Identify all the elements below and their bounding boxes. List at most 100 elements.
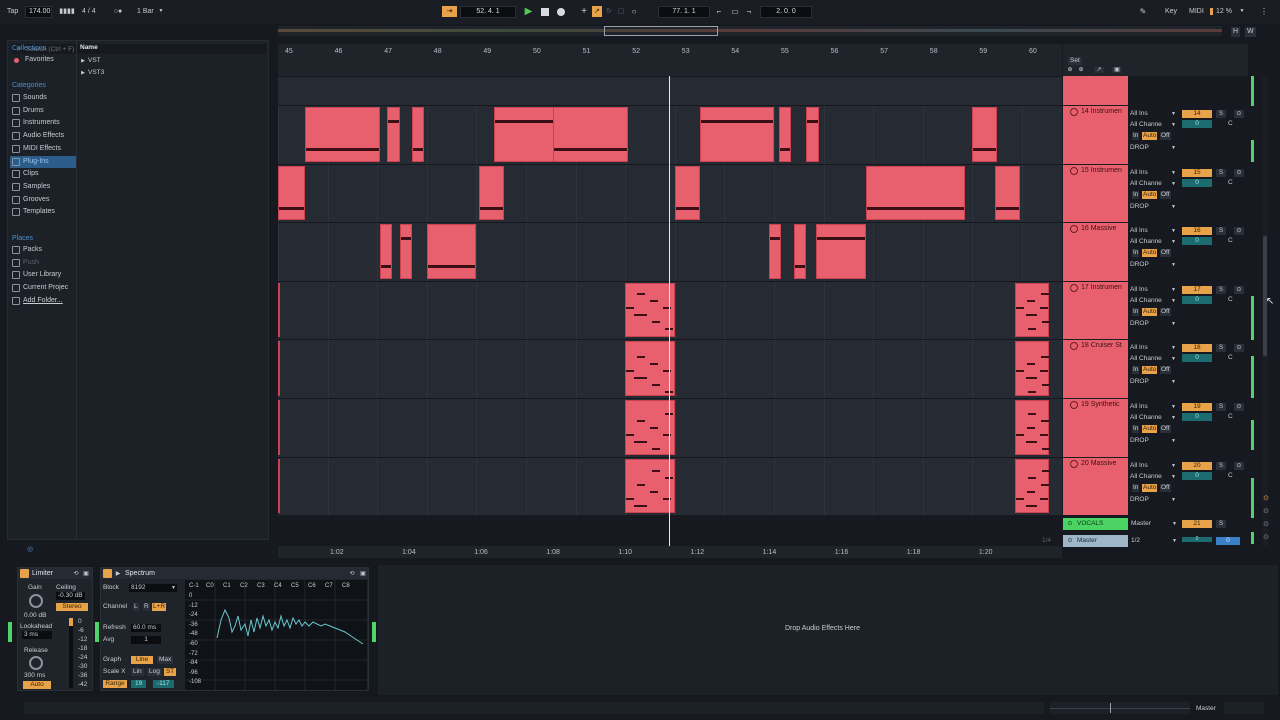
master-output[interactable]: 1/2 (1131, 537, 1140, 545)
ceiling-value[interactable]: -0.30 dB (56, 592, 85, 600)
midi-clip[interactable] (625, 341, 675, 396)
sidebar-item-instruments[interactable]: Instruments (12, 117, 78, 129)
sidebar-item-plug-ins[interactable]: Plug-Ins (10, 155, 76, 168)
monitor-auto[interactable]: Auto (1142, 249, 1158, 258)
midi-clip[interactable] (478, 165, 504, 221)
track-activator[interactable]: 19 (1182, 403, 1212, 411)
record-icon[interactable] (555, 6, 566, 17)
track-lane[interactable] (278, 222, 1062, 281)
channel-lr-button[interactable]: L+R (152, 603, 166, 611)
expand-icon[interactable]: ▶ (114, 569, 122, 578)
monitor-in[interactable]: In (1132, 132, 1140, 140)
track-pan[interactable]: C (1228, 472, 1233, 479)
limiter-title[interactable]: Limiter (18, 568, 92, 579)
sidebar-item-audio-effects[interactable]: Audio Effects (12, 130, 78, 142)
input-menu[interactable]: All Ins ▼ (1130, 461, 1178, 471)
vocals-track-header[interactable]: ⊙ VOCALS (1063, 518, 1128, 530)
out-menu[interactable]: DROP ▼ (1130, 436, 1178, 446)
monitor-in[interactable]: In (1132, 483, 1140, 492)
midi-clip[interactable] (865, 165, 965, 221)
scale-lin-button[interactable]: Lin (131, 668, 144, 676)
tempo-field[interactable]: 174.00 (25, 6, 52, 18)
channel-menu[interactable]: All Channe ▼ (1130, 354, 1178, 364)
track-volume[interactable]: 0 (1182, 178, 1212, 187)
midi-clip[interactable] (553, 107, 628, 162)
monitor-off[interactable]: Off (1160, 483, 1171, 492)
midi-clip[interactable] (379, 224, 393, 279)
track-volume[interactable]: 0 (1182, 295, 1212, 304)
play-icon[interactable]: ▶ (523, 6, 534, 17)
track-pan[interactable]: C (1228, 296, 1233, 303)
name-column-header[interactable]: Name (80, 44, 98, 52)
midi-clip[interactable] (793, 224, 807, 279)
device-power-icon[interactable] (103, 569, 112, 578)
sidebar-item-clips[interactable]: Clips (12, 168, 78, 180)
midi-clip[interactable] (278, 165, 306, 221)
input-menu[interactable]: All Ins ▼ (1130, 226, 1178, 236)
midi-clip[interactable] (674, 165, 700, 221)
scale-st-button[interactable]: ST (164, 668, 176, 676)
more-icon[interactable]: ⋮ (1260, 6, 1268, 17)
arm-icon[interactable]: ⊙ (1234, 403, 1244, 411)
quantize-menu[interactable]: 1 Bar (137, 7, 154, 17)
arm-icon[interactable]: ⊙ (1234, 227, 1244, 236)
track-pan[interactable]: C (1228, 413, 1233, 420)
back-to-arrangement-icon[interactable]: ⊕ (1066, 67, 1074, 73)
midi-clip[interactable] (1014, 458, 1050, 514)
spectrum-title[interactable]: Spectrum (101, 568, 368, 579)
track-volume[interactable]: 0 (1182, 471, 1212, 480)
refresh-value[interactable]: 60.0 ms (131, 624, 161, 632)
device-save-icon[interactable]: ▣ (359, 570, 367, 578)
monitor-off[interactable]: Off (1160, 132, 1171, 140)
range-high[interactable]: 19 (131, 680, 147, 688)
time-signature-field[interactable]: 4 / 4 (82, 7, 96, 17)
browser-item-vst3[interactable]: ▶ VST3 (80, 68, 260, 78)
spectrum-display[interactable]: C-1 C0 C1 C2 C3 C4 C5 C6 C7 C8 0 -12 -24 -36 -48 -60 -7… (185, 580, 367, 690)
automation-arm-icon[interactable]: ↗ (592, 6, 602, 17)
browser-item-vst[interactable]: ▶ VST (80, 56, 260, 66)
midi-clip[interactable] (278, 282, 281, 338)
midi-clip[interactable] (778, 107, 792, 162)
monitor-switch[interactable]: In Auto Off (1130, 483, 1178, 493)
release-knob[interactable] (29, 656, 43, 670)
channel-menu[interactable]: All Channe ▼ (1130, 413, 1178, 423)
arm-icon[interactable]: ⊙ (1234, 344, 1244, 353)
arm-icon[interactable]: ⊙ (1234, 110, 1244, 118)
monitor-auto[interactable]: Auto (1142, 483, 1158, 492)
device-save-icon[interactable]: ▣ (82, 570, 90, 578)
input-menu[interactable]: All Ins ▼ (1130, 109, 1178, 119)
midi-clip[interactable] (625, 400, 675, 455)
fold-icon[interactable] (1070, 225, 1078, 234)
track-volume[interactable]: 0 (1182, 120, 1212, 128)
sidebar-item-current-project[interactable]: Current Projec (12, 282, 78, 294)
midi-clip[interactable] (305, 107, 380, 162)
gain-value[interactable]: 0.00 dB (24, 612, 46, 620)
channel-menu[interactable]: All Channe ▼ (1130, 120, 1178, 130)
re-enable-automation-icon[interactable]: ↻ (604, 6, 614, 17)
follow-icon[interactable]: ⇥ (442, 6, 457, 17)
monitor-in[interactable]: In (1132, 307, 1140, 316)
hot-swap-button[interactable]: H (1231, 27, 1241, 37)
channel-right-button[interactable]: R (143, 603, 150, 611)
sidebar-item-templates[interactable]: Templates (12, 206, 78, 218)
solo-button[interactable]: S (1216, 227, 1226, 236)
midi-clip[interactable] (816, 224, 866, 279)
track-activator[interactable]: 14 (1182, 110, 1212, 118)
beat-ruler[interactable] (278, 44, 1062, 56)
device-settings-icon[interactable]: ⟲ (348, 570, 356, 578)
monitor-off[interactable]: Off (1160, 366, 1171, 375)
monitor-off[interactable]: Off (1160, 190, 1171, 199)
midi-clip[interactable] (972, 107, 998, 162)
mixer-icon[interactable]: ⊙ (1262, 533, 1270, 541)
metronome-bars-icon[interactable]: ▮▮▮▮ (56, 7, 78, 16)
gain-knob[interactable] (29, 594, 43, 608)
track-pan[interactable]: C (1228, 354, 1233, 361)
out-menu[interactable]: DROP ▼ (1130, 319, 1178, 329)
input-menu[interactable]: All Ins ▼ (1130, 402, 1178, 412)
monitor-off[interactable]: Off (1160, 425, 1171, 433)
vocals-solo-button[interactable]: S (1216, 520, 1226, 528)
channel-menu[interactable]: All Channe ▼ (1130, 237, 1178, 247)
monitor-auto[interactable]: Auto (1142, 132, 1158, 140)
graph-max-button[interactable]: Max (157, 656, 174, 664)
time-ruler[interactable] (278, 546, 1062, 558)
